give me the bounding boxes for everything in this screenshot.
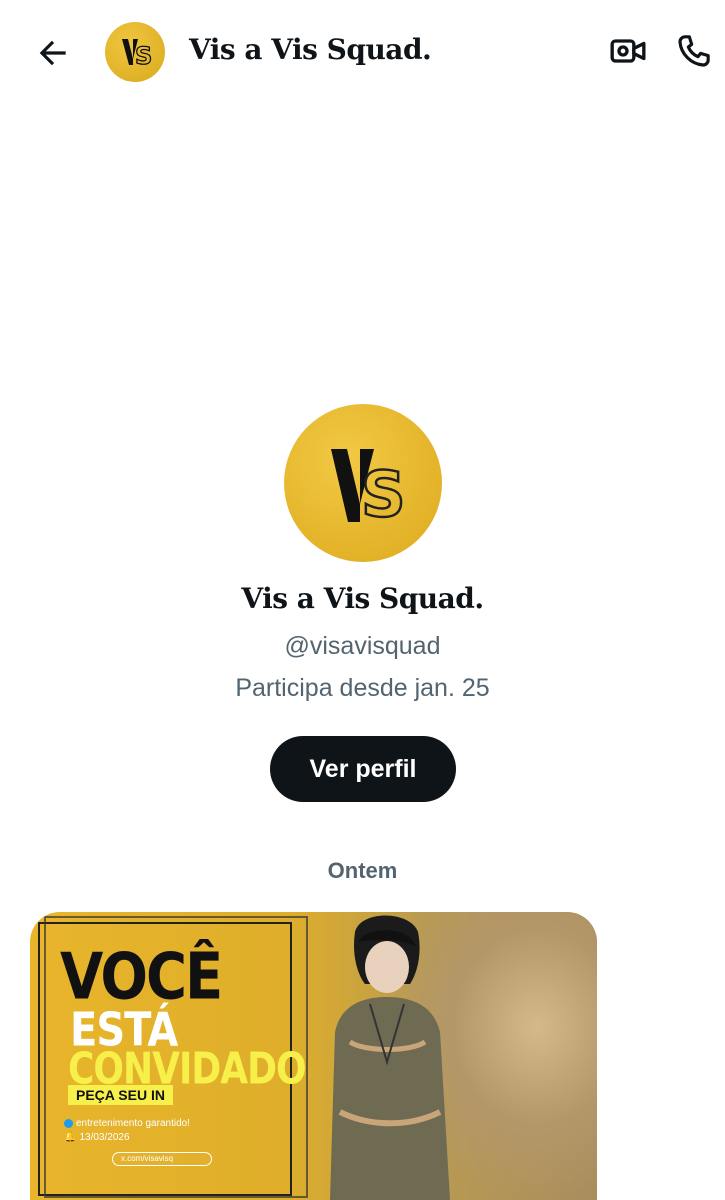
- view-profile-button[interactable]: Ver perfil: [270, 736, 456, 802]
- vs-logo-icon: S: [331, 449, 407, 532]
- vs-logo-icon: S: [122, 39, 153, 71]
- caption-line-1: entretenimento garantido!: [64, 1118, 190, 1129]
- bell-icon: 🔔: [64, 1132, 77, 1143]
- profile-handle: @visavisquad: [284, 632, 441, 660]
- profile-name: Vis a Vis Squad.: [241, 582, 484, 615]
- avatar[interactable]: S: [105, 22, 165, 82]
- verified-icon: [64, 1118, 73, 1128]
- invite-badge: PEÇA SEU IN: [68, 1085, 173, 1105]
- back-button[interactable]: [30, 30, 76, 76]
- caption-text-1: entretenimento garantido!: [76, 1118, 190, 1129]
- profile-avatar[interactable]: S: [284, 404, 442, 562]
- profile-joined-date: Participa desde jan. 25: [235, 674, 490, 702]
- person-figure: [330, 915, 450, 1200]
- caption-text-2: 13/03/2026: [79, 1132, 130, 1143]
- chat-header: S Vis a Vis Squad.: [0, 0, 725, 104]
- video-call-button[interactable]: [604, 27, 652, 75]
- caption-line-2: 🔔 13/03/2026: [64, 1132, 130, 1143]
- phone-icon: [678, 35, 710, 67]
- svg-text:S: S: [361, 458, 406, 531]
- video-camera-icon: [610, 39, 646, 63]
- voice-call-button[interactable]: [670, 27, 718, 75]
- date-separator: Ontem: [327, 858, 398, 883]
- chat-title[interactable]: Vis a Vis Squad.: [189, 33, 432, 66]
- arrow-left-icon: [39, 40, 66, 66]
- message-image[interactable]: VOCÊ ESTÁ CONVIDADO PEÇA SEU IN entreten…: [30, 912, 597, 1200]
- svg-text:S: S: [135, 42, 152, 70]
- image-search-bar: x.com/visavisq: [112, 1152, 212, 1166]
